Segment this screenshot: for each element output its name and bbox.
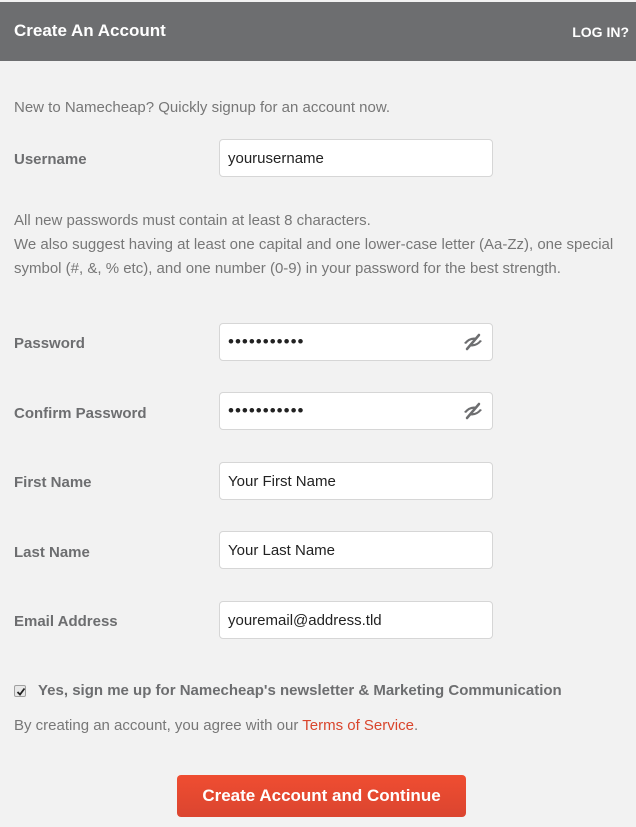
first-name-input[interactable] — [228, 463, 458, 499]
email-field-box — [219, 601, 493, 639]
password-field-box — [219, 323, 493, 361]
newsletter-checkbox[interactable] — [14, 684, 26, 697]
password-label: Password — [14, 335, 85, 352]
newsletter-row: Yes, sign me up for Namecheap's newslett… — [14, 682, 562, 699]
last-name-label: Last Name — [14, 544, 90, 561]
eye-slash-icon[interactable] — [462, 402, 484, 420]
confirm-password-label: Confirm Password — [14, 405, 147, 422]
terms-suffix: . — [413, 717, 419, 734]
password-hint-line1: All new passwords must contain at least … — [14, 212, 371, 229]
page-header: Create An Account LOG IN? — [0, 0, 636, 61]
confirm-password-input[interactable] — [228, 393, 458, 429]
checkmark-icon — [16, 687, 26, 696]
terms-text: By creating an account, you agree with o… — [14, 717, 418, 734]
last-name-field-box — [219, 531, 493, 569]
password-hint: All new passwords must contain at least … — [14, 209, 624, 281]
username-input[interactable] — [228, 140, 458, 176]
newsletter-label[interactable]: Yes, sign me up for Namecheap's newslett… — [38, 682, 562, 699]
username-label: Username — [14, 151, 87, 168]
confirm-password-field-box — [219, 392, 493, 430]
password-hint-line2: We also suggest having at least one capi… — [14, 236, 614, 277]
intro-text: New to Namecheap? Quickly signup for an … — [14, 99, 391, 116]
username-field-box — [219, 139, 493, 177]
login-link[interactable]: LOG IN? — [572, 24, 629, 40]
page-title: Create An Account — [14, 21, 166, 40]
create-account-button[interactable]: Create Account and Continue — [177, 775, 466, 817]
first-name-field-box — [219, 462, 493, 500]
last-name-input[interactable] — [228, 532, 458, 568]
first-name-label: First Name — [14, 474, 92, 491]
email-label: Email Address — [14, 613, 118, 630]
terms-of-service-link[interactable]: Terms of Service — [302, 717, 414, 734]
terms-prefix: By creating an account, you agree with o… — [14, 717, 303, 734]
email-input[interactable] — [228, 602, 458, 638]
password-input[interactable] — [228, 324, 458, 360]
eye-slash-icon[interactable] — [462, 333, 484, 351]
